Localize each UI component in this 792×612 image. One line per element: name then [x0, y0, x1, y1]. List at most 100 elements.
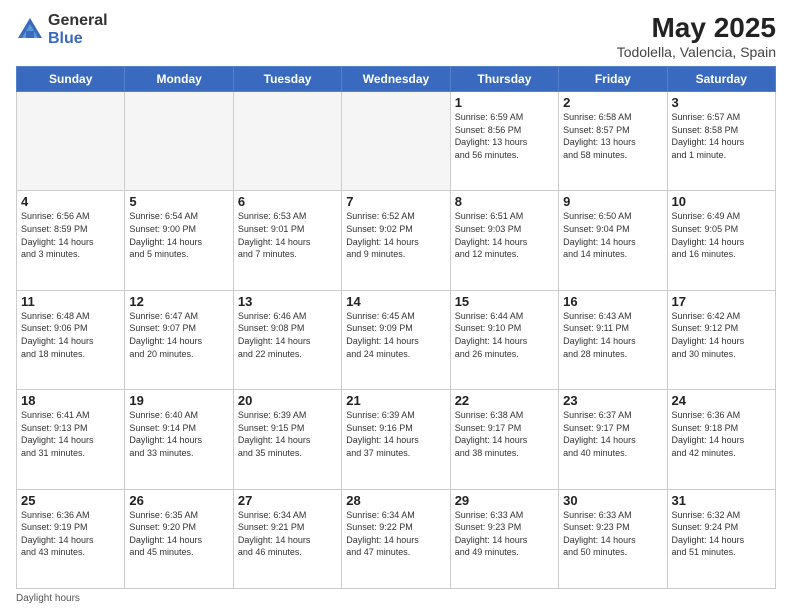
table-row: 3Sunrise: 6:57 AM Sunset: 8:58 PM Daylig…	[667, 92, 775, 191]
day-number: 11	[21, 294, 120, 309]
day-number: 4	[21, 194, 120, 209]
day-info: Sunrise: 6:58 AM Sunset: 8:57 PM Dayligh…	[563, 111, 662, 161]
table-row: 22Sunrise: 6:38 AM Sunset: 9:17 PM Dayli…	[450, 390, 558, 489]
day-info: Sunrise: 6:38 AM Sunset: 9:17 PM Dayligh…	[455, 409, 554, 459]
calendar-header-row: SundayMondayTuesdayWednesdayThursdayFrid…	[17, 67, 776, 92]
calendar-week-row: 11Sunrise: 6:48 AM Sunset: 9:06 PM Dayli…	[17, 290, 776, 389]
table-row: 11Sunrise: 6:48 AM Sunset: 9:06 PM Dayli…	[17, 290, 125, 389]
table-row: 17Sunrise: 6:42 AM Sunset: 9:12 PM Dayli…	[667, 290, 775, 389]
day-info: Sunrise: 6:53 AM Sunset: 9:01 PM Dayligh…	[238, 210, 337, 260]
day-info: Sunrise: 6:50 AM Sunset: 9:04 PM Dayligh…	[563, 210, 662, 260]
table-row: 19Sunrise: 6:40 AM Sunset: 9:14 PM Dayli…	[125, 390, 233, 489]
day-info: Sunrise: 6:36 AM Sunset: 9:19 PM Dayligh…	[21, 509, 120, 559]
table-row: 25Sunrise: 6:36 AM Sunset: 9:19 PM Dayli…	[17, 489, 125, 588]
calendar-week-row: 18Sunrise: 6:41 AM Sunset: 9:13 PM Dayli…	[17, 390, 776, 489]
day-number: 20	[238, 393, 337, 408]
day-info: Sunrise: 6:39 AM Sunset: 9:16 PM Dayligh…	[346, 409, 445, 459]
day-info: Sunrise: 6:42 AM Sunset: 9:12 PM Dayligh…	[672, 310, 771, 360]
table-row: 8Sunrise: 6:51 AM Sunset: 9:03 PM Daylig…	[450, 191, 558, 290]
day-number: 19	[129, 393, 228, 408]
table-row: 18Sunrise: 6:41 AM Sunset: 9:13 PM Dayli…	[17, 390, 125, 489]
day-number: 29	[455, 493, 554, 508]
table-row: 14Sunrise: 6:45 AM Sunset: 9:09 PM Dayli…	[342, 290, 450, 389]
logo-text: General Blue	[48, 12, 108, 47]
table-row: 13Sunrise: 6:46 AM Sunset: 9:08 PM Dayli…	[233, 290, 341, 389]
table-row: 27Sunrise: 6:34 AM Sunset: 9:21 PM Dayli…	[233, 489, 341, 588]
table-row: 29Sunrise: 6:33 AM Sunset: 9:23 PM Dayli…	[450, 489, 558, 588]
day-info: Sunrise: 6:33 AM Sunset: 9:23 PM Dayligh…	[563, 509, 662, 559]
table-row: 12Sunrise: 6:47 AM Sunset: 9:07 PM Dayli…	[125, 290, 233, 389]
day-number: 16	[563, 294, 662, 309]
day-info: Sunrise: 6:32 AM Sunset: 9:24 PM Dayligh…	[672, 509, 771, 559]
day-info: Sunrise: 6:56 AM Sunset: 8:59 PM Dayligh…	[21, 210, 120, 260]
footer-text: Daylight hours	[16, 593, 80, 604]
calendar-week-row: 4Sunrise: 6:56 AM Sunset: 8:59 PM Daylig…	[17, 191, 776, 290]
table-row: 5Sunrise: 6:54 AM Sunset: 9:00 PM Daylig…	[125, 191, 233, 290]
day-number: 31	[672, 493, 771, 508]
table-row: 6Sunrise: 6:53 AM Sunset: 9:01 PM Daylig…	[233, 191, 341, 290]
day-info: Sunrise: 6:47 AM Sunset: 9:07 PM Dayligh…	[129, 310, 228, 360]
calendar-table: SundayMondayTuesdayWednesdayThursdayFrid…	[16, 66, 776, 589]
day-info: Sunrise: 6:51 AM Sunset: 9:03 PM Dayligh…	[455, 210, 554, 260]
day-number: 30	[563, 493, 662, 508]
day-number: 22	[455, 393, 554, 408]
day-number: 13	[238, 294, 337, 309]
day-info: Sunrise: 6:34 AM Sunset: 9:22 PM Dayligh…	[346, 509, 445, 559]
day-info: Sunrise: 6:35 AM Sunset: 9:20 PM Dayligh…	[129, 509, 228, 559]
day-number: 28	[346, 493, 445, 508]
day-info: Sunrise: 6:41 AM Sunset: 9:13 PM Dayligh…	[21, 409, 120, 459]
table-row: 31Sunrise: 6:32 AM Sunset: 9:24 PM Dayli…	[667, 489, 775, 588]
calendar-header-tuesday: Tuesday	[233, 67, 341, 92]
day-number: 17	[672, 294, 771, 309]
day-number: 9	[563, 194, 662, 209]
day-number: 10	[672, 194, 771, 209]
calendar-week-row: 1Sunrise: 6:59 AM Sunset: 8:56 PM Daylig…	[17, 92, 776, 191]
table-row: 7Sunrise: 6:52 AM Sunset: 9:02 PM Daylig…	[342, 191, 450, 290]
table-row: 30Sunrise: 6:33 AM Sunset: 9:23 PM Dayli…	[559, 489, 667, 588]
day-number: 27	[238, 493, 337, 508]
table-row	[233, 92, 341, 191]
table-row: 1Sunrise: 6:59 AM Sunset: 8:56 PM Daylig…	[450, 92, 558, 191]
table-row	[342, 92, 450, 191]
calendar-header-monday: Monday	[125, 67, 233, 92]
table-row: 15Sunrise: 6:44 AM Sunset: 9:10 PM Dayli…	[450, 290, 558, 389]
calendar-header-sunday: Sunday	[17, 67, 125, 92]
logo-general-text: General	[48, 12, 108, 30]
day-number: 15	[455, 294, 554, 309]
day-number: 8	[455, 194, 554, 209]
day-info: Sunrise: 6:59 AM Sunset: 8:56 PM Dayligh…	[455, 111, 554, 161]
logo-icon	[16, 16, 44, 44]
day-info: Sunrise: 6:57 AM Sunset: 8:58 PM Dayligh…	[672, 111, 771, 161]
table-row	[125, 92, 233, 191]
day-info: Sunrise: 6:34 AM Sunset: 9:21 PM Dayligh…	[238, 509, 337, 559]
day-info: Sunrise: 6:52 AM Sunset: 9:02 PM Dayligh…	[346, 210, 445, 260]
day-info: Sunrise: 6:44 AM Sunset: 9:10 PM Dayligh…	[455, 310, 554, 360]
table-row: 4Sunrise: 6:56 AM Sunset: 8:59 PM Daylig…	[17, 191, 125, 290]
day-number: 2	[563, 95, 662, 110]
page-subtitle: Todolella, Valencia, Spain	[617, 44, 776, 60]
table-row: 2Sunrise: 6:58 AM Sunset: 8:57 PM Daylig…	[559, 92, 667, 191]
table-row: 10Sunrise: 6:49 AM Sunset: 9:05 PM Dayli…	[667, 191, 775, 290]
page: General Blue May 2025 Todolella, Valenci…	[0, 0, 792, 612]
table-row: 23Sunrise: 6:37 AM Sunset: 9:17 PM Dayli…	[559, 390, 667, 489]
footer-note: Daylight hours	[16, 593, 776, 604]
day-number: 18	[21, 393, 120, 408]
day-number: 25	[21, 493, 120, 508]
day-info: Sunrise: 6:49 AM Sunset: 9:05 PM Dayligh…	[672, 210, 771, 260]
table-row	[17, 92, 125, 191]
calendar-week-row: 25Sunrise: 6:36 AM Sunset: 9:19 PM Dayli…	[17, 489, 776, 588]
header: General Blue May 2025 Todolella, Valenci…	[16, 12, 776, 60]
calendar-header-wednesday: Wednesday	[342, 67, 450, 92]
table-row: 20Sunrise: 6:39 AM Sunset: 9:15 PM Dayli…	[233, 390, 341, 489]
logo: General Blue	[16, 12, 108, 47]
calendar-header-friday: Friday	[559, 67, 667, 92]
day-number: 5	[129, 194, 228, 209]
day-number: 7	[346, 194, 445, 209]
day-number: 24	[672, 393, 771, 408]
day-info: Sunrise: 6:48 AM Sunset: 9:06 PM Dayligh…	[21, 310, 120, 360]
table-row: 24Sunrise: 6:36 AM Sunset: 9:18 PM Dayli…	[667, 390, 775, 489]
day-info: Sunrise: 6:33 AM Sunset: 9:23 PM Dayligh…	[455, 509, 554, 559]
day-info: Sunrise: 6:39 AM Sunset: 9:15 PM Dayligh…	[238, 409, 337, 459]
day-number: 14	[346, 294, 445, 309]
day-number: 26	[129, 493, 228, 508]
